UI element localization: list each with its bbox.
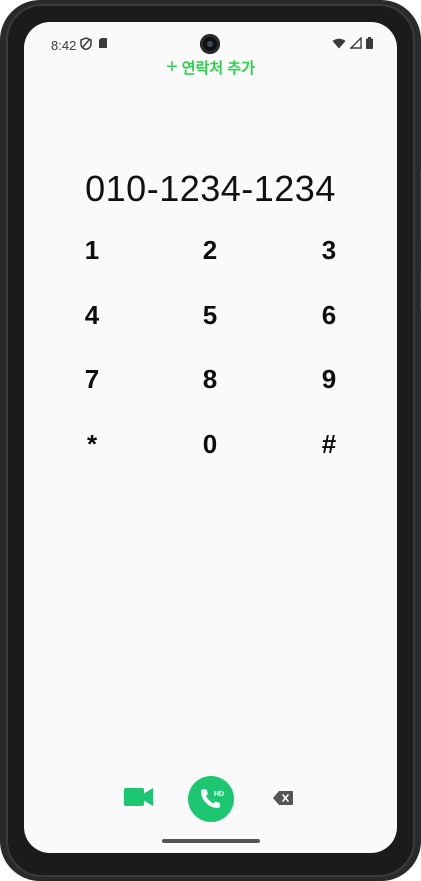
status-right-icons: [332, 37, 373, 49]
cellular-signal-icon: [350, 37, 362, 49]
phone-hd-icon: HD: [201, 789, 224, 808]
dialed-number: 010-1234-1234: [85, 168, 336, 209]
sim-card-icon: [99, 38, 107, 48]
video-call-button[interactable]: [124, 786, 154, 808]
device-frame: 8:42 + 연락처 추가 010-1234-1234 1 2 3 4 5 6 …: [0, 0, 421, 881]
key-1[interactable]: 1: [52, 226, 132, 274]
plus-icon: +: [166, 55, 178, 78]
key-hash[interactable]: #: [289, 420, 369, 468]
wifi-icon: [332, 38, 346, 48]
battery-icon: [366, 37, 373, 49]
key-2[interactable]: 2: [170, 226, 250, 274]
status-time: 8:42: [51, 38, 77, 53]
key-7[interactable]: 7: [52, 355, 132, 403]
front-camera: [200, 34, 220, 54]
screen: 8:42 + 연락처 추가 010-1234-1234 1 2 3 4 5 6 …: [24, 22, 397, 853]
backspace-button[interactable]: [273, 791, 293, 805]
key-9[interactable]: 9: [289, 355, 369, 403]
backspace-icon: [273, 791, 293, 805]
hd-badge: HD: [214, 791, 224, 798]
home-indicator[interactable]: [162, 839, 260, 843]
key-4[interactable]: 4: [52, 291, 132, 339]
add-contact-label: 연락처 추가: [181, 60, 255, 77]
key-0[interactable]: 0: [170, 420, 250, 468]
key-star[interactable]: *: [52, 420, 132, 468]
add-contact-button[interactable]: + 연락처 추가: [24, 57, 397, 78]
call-button[interactable]: HD: [188, 776, 234, 822]
vpn-shield-icon: [80, 37, 92, 50]
key-6[interactable]: 6: [289, 291, 369, 339]
key-5[interactable]: 5: [170, 291, 250, 339]
key-8[interactable]: 8: [170, 355, 250, 403]
call-actions: HD: [24, 774, 397, 822]
dialpad: 1 2 3 4 5 6 7 8 9 * 0 #: [52, 226, 369, 486]
status-left-icons: [80, 37, 108, 50]
key-3[interactable]: 3: [289, 226, 369, 274]
video-camera-icon: [124, 788, 153, 806]
